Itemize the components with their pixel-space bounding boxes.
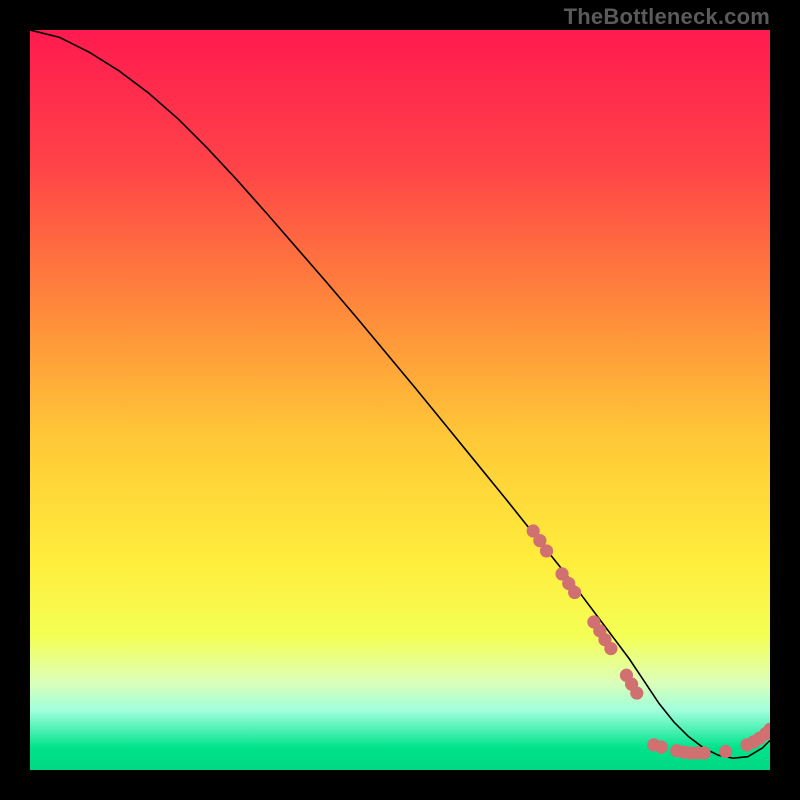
highlight-dot	[719, 745, 732, 758]
highlight-dot	[540, 544, 553, 557]
chart-background	[30, 30, 770, 770]
highlight-dot	[604, 642, 617, 655]
highlight-dot	[655, 740, 668, 753]
highlight-dot	[698, 746, 711, 759]
watermark-text: TheBottleneck.com	[564, 4, 770, 30]
chart-svg	[30, 30, 770, 770]
highlight-dot	[630, 686, 643, 699]
chart-plot-area	[30, 30, 770, 770]
highlight-dot	[568, 586, 581, 599]
